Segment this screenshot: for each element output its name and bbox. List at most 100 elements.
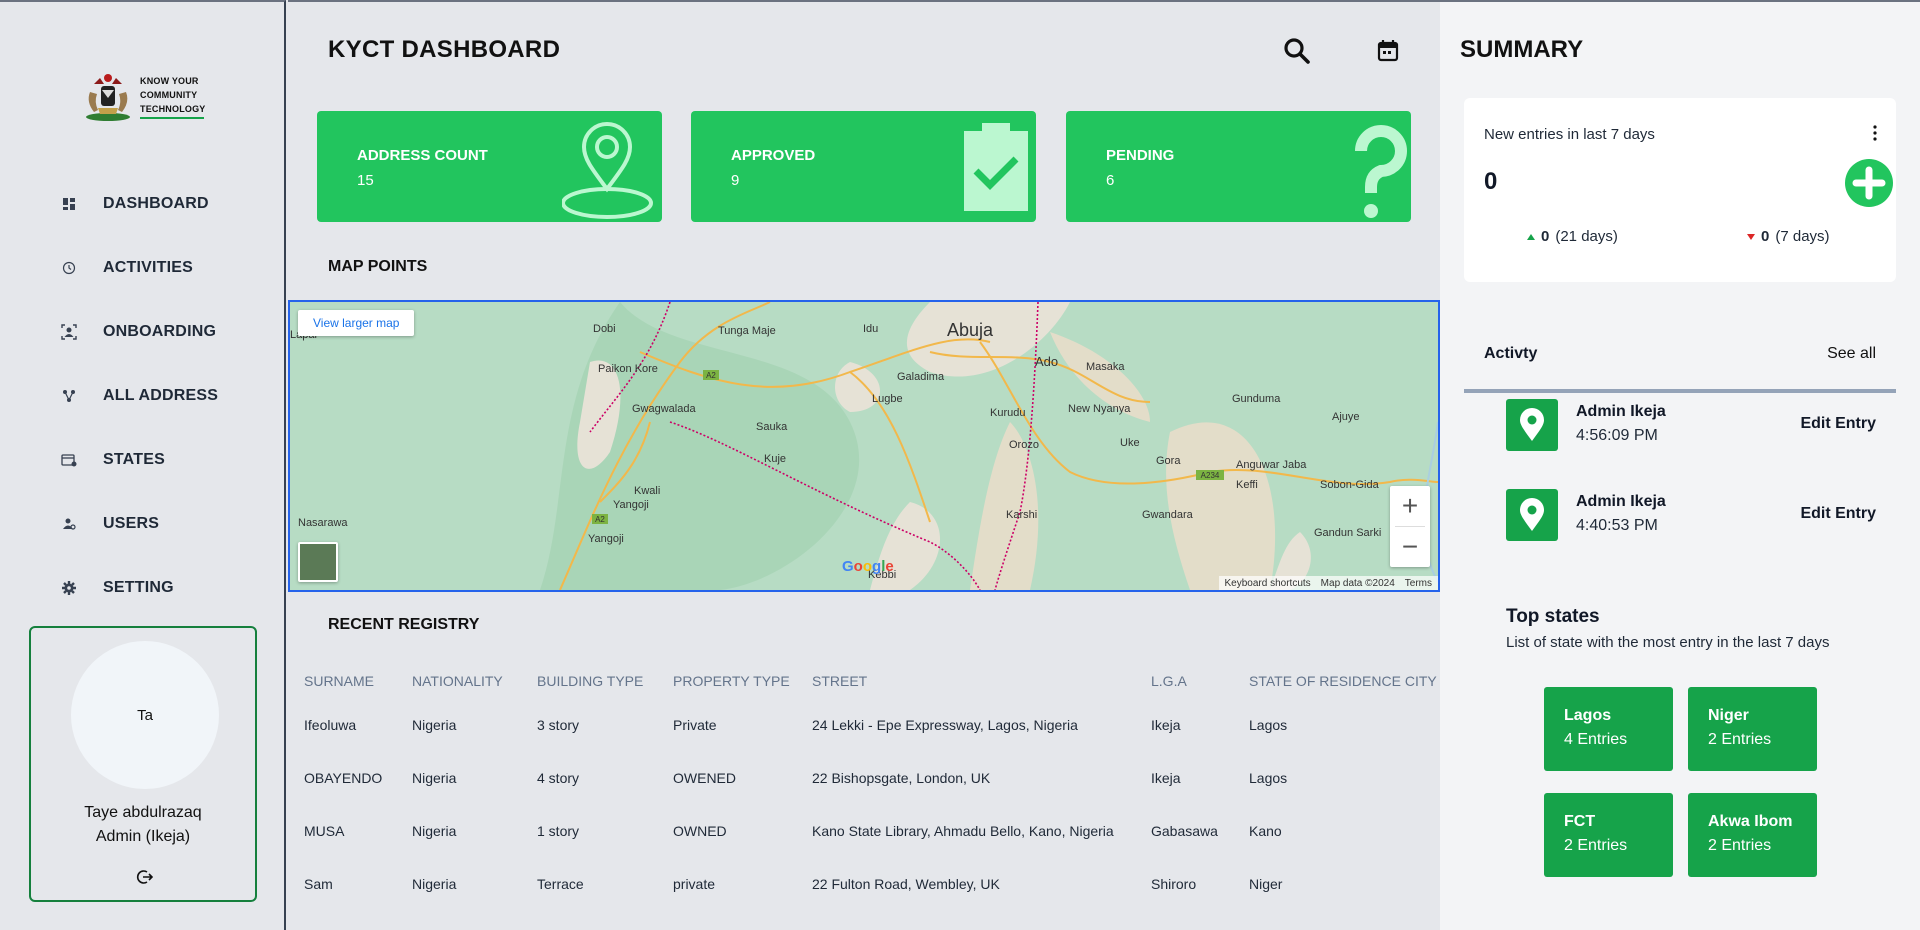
sidebar-item-setting[interactable]: SETTING [60,556,218,620]
map-city-label: Abuja [947,320,994,340]
arrow-up-icon [1527,233,1535,240]
map-pin-icon [562,122,653,219]
avatar[interactable]: Ta [71,641,219,789]
map-place-label: Galadima [897,371,945,383]
state-card-fct[interactable]: FCT 2 Entries [1544,793,1673,877]
new-entries-label: New entries in last 7 days [1484,126,1655,143]
table-cell: Private [673,716,717,733]
add-entry-icon[interactable] [1844,158,1894,208]
sidebar-item-onboarding[interactable]: ONBOARDING [60,300,218,364]
stat-card-address-count[interactable]: ADDRESS COUNT 15 [317,111,662,222]
sidebar-item-label: USERS [103,515,160,532]
sidebar-item-label: ACTIVITIES [103,259,194,276]
map-place-label: Karshi [1006,509,1037,521]
sidebar-item-users[interactable]: USERS [60,492,218,556]
calendar-icon[interactable] [1373,36,1403,66]
main-content: KYCT DASHBOARD ADDRESS COUNT 15 APPROVED… [288,0,1440,930]
stat-card-approved[interactable]: APPROVED 9 [691,111,1036,222]
table-cell: 4 story [537,769,580,786]
sidebar-item-label: STATES [103,451,165,468]
table-cell: 22 Bishopsgate, London, UK [812,769,991,786]
see-all-link[interactable]: See all [1827,345,1876,363]
zoom-out-button[interactable]: − [1390,527,1430,567]
google-logo: Google [842,558,894,575]
sidebar-item-states[interactable]: STATES [60,428,218,492]
map-place-label: Yangoji [613,499,649,511]
logo-text: KNOW YOUR COMMUNITY TECHNOLOGY [140,74,206,119]
stat-value: 15 [357,172,374,189]
zoom-in-button[interactable]: + [1390,486,1430,526]
keyboard-shortcuts-link[interactable]: Keyboard shortcuts [1225,578,1311,589]
table-row[interactable]: Ifeoluwa Nigeria 3 story Private 24 Lekk… [288,698,1440,751]
stat-title: APPROVED [731,147,816,164]
logout-icon[interactable] [135,868,153,886]
table-row[interactable]: MUSA Nigeria 1 story OWNED Kano State Li… [288,804,1440,857]
table-cell: 3 story [537,716,580,733]
map-section-title: MAP POINTS [328,258,428,275]
table-cell: 1 story [537,822,580,839]
map-place-label: Ado [1035,354,1058,369]
table-cell: MUSA [304,822,345,839]
summary-title: SUMMARY [1460,36,1584,63]
sidebar-item-dashboard[interactable]: DASHBOARD [60,172,218,236]
logo-line: KNOW YOUR [140,75,199,86]
map-pin-icon [1506,399,1558,451]
table-cell: Ifeoluwa [304,716,357,733]
column-header[interactable]: NATIONALITY [396,664,521,698]
sidebar: KNOW YOUR COMMUNITY TECHNOLOGY DASHBOARD… [0,0,286,930]
map-place-label: Gora [1156,455,1181,467]
activity-user: Admin Ikeja [1576,493,1666,510]
stat-card-pending[interactable]: PENDING 6 [1066,111,1411,222]
map-place-label: Idu [863,323,878,335]
edit-entry-link[interactable]: Edit Entry [1800,505,1876,523]
sidebar-item-activities[interactable]: ACTIVITIES [60,236,218,300]
sidebar-item-label: ALL ADDRESS [103,387,219,404]
stat-value: 6 [1106,172,1115,189]
state-card-niger[interactable]: Niger 2 Entries [1688,687,1817,771]
trend-down-stat: 0 (7 days) [1747,228,1830,245]
column-header[interactable]: STATE OF RESIDENCE CITY [1233,664,1440,698]
logo[interactable]: KNOW YOUR COMMUNITY TECHNOLOGY [80,66,210,126]
table-cell: Kano State Library, Ahmadu Bello, Kano, … [812,822,1114,839]
state-card-akwa-ibom[interactable]: Akwa Ibom 2 Entries [1688,793,1817,877]
sidebar-item-all-address[interactable]: ALL ADDRESS [60,364,218,428]
map-place-label: Anguwar Jaba [1236,459,1307,471]
top-states-title: Top states [1506,606,1600,627]
terms-link[interactable]: Terms [1405,578,1432,589]
map-data-text: Map data ©2024 [1320,577,1395,589]
column-header[interactable]: STREET [796,664,1135,698]
column-header[interactable]: SURNAME [288,664,396,698]
state-entries: 2 Entries [1708,837,1772,854]
column-header[interactable]: PROPERTY TYPE [657,664,796,698]
map-road-label: A234 [1201,471,1220,480]
table-cell: Sam [304,875,333,892]
table-cell: Nigeria [412,769,457,786]
question-icon [1355,125,1407,218]
more-vertical-icon[interactable] [1872,124,1878,142]
logo-underline [140,116,204,119]
table-header-row: SURNAME NATIONALITY BUILDING TYPE PROPER… [288,664,1440,698]
map-place-label: New Nyanya [1068,403,1131,415]
table-cell: Nigeria [412,716,457,733]
view-larger-map-link[interactable]: View larger map [298,310,415,336]
state-card-lagos[interactable]: Lagos 4 Entries [1544,687,1673,771]
column-header[interactable]: BUILDING TYPE [521,664,657,698]
states-icon [60,451,78,469]
satellite-toggle[interactable] [298,542,338,582]
table-row[interactable]: Sam Nigeria Terrace private 22 Fulton Ro… [288,857,1440,910]
table-cell: 22 Fulton Road, Wembley, UK [812,875,1000,892]
edit-entry-link[interactable]: Edit Entry [1800,415,1876,433]
search-icon[interactable] [1282,36,1312,66]
sidebar-item-label: DASHBOARD [103,195,209,212]
registry-title: RECENT REGISTRY [328,616,480,633]
map-place-label: Keffi [1236,479,1258,491]
table-row[interactable]: OBAYENDO Nigeria 4 story OWENED 22 Bisho… [288,751,1440,804]
table-cell: Nigeria [412,822,457,839]
map-embed[interactable]: A2 A2 A234 Abuja Dobi Tunga Maje Idu Lap… [288,300,1440,592]
arrow-down-icon [1747,233,1755,240]
map-place-label: Gunduma [1232,393,1281,405]
map-place-label: Tunga Maje [718,325,776,337]
state-name: Akwa Ibom [1708,813,1793,830]
column-header[interactable]: L.G.A [1135,664,1233,698]
table-cell: Lagos [1249,769,1288,786]
